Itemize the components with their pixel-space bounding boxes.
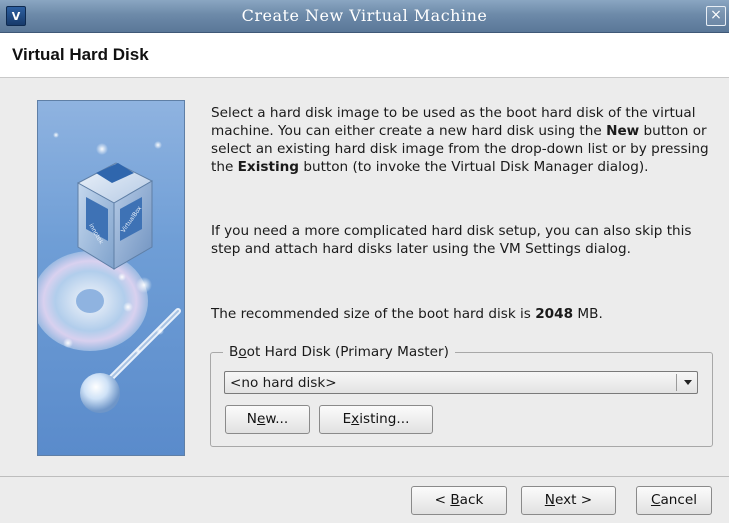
recommended-size-value: 2048 (535, 306, 574, 322)
description-paragraph-2: If you need a more complicated hard disk… (211, 223, 692, 257)
button-label-part: E (342, 411, 352, 427)
button-label-part: ancel (660, 492, 698, 508)
button-label-part: ack (459, 492, 484, 508)
virtualbox-cube-illustration: innotek VirtualBox (37, 100, 185, 456)
label-mnemonic: o (238, 344, 247, 360)
page-header: Virtual Hard Disk (0, 33, 729, 78)
page-title: Virtual Hard Disk (12, 45, 149, 64)
window-title: Create New Virtual Machine (241, 6, 488, 25)
button-label-part: w... (265, 411, 289, 427)
new-hard-disk-button[interactable]: New... (225, 405, 310, 434)
existing-hard-disk-button[interactable]: Existing... (319, 405, 433, 434)
recommended-size-label: The recommended size of the boot hard di… (211, 306, 536, 322)
recommended-size-unit: MB. (573, 306, 603, 322)
boot-hard-disk-selected-value: <no hard disk> (230, 375, 337, 391)
description-text: button (to invoke the Virtual Disk Manag… (299, 159, 649, 175)
button-mnemonic: B (450, 492, 460, 508)
back-button[interactable]: < Back (411, 486, 507, 515)
description-paragraph-1: Select a hard disk image to be used as t… (211, 104, 711, 176)
wizard-banner-graphic: innotek VirtualBox (38, 132, 181, 413)
chevron-down-icon[interactable] (684, 380, 692, 385)
close-icon: × (710, 7, 722, 23)
button-mnemonic: N (544, 492, 555, 508)
boot-hard-disk-select[interactable]: <no hard disk> (224, 371, 698, 394)
boot-hard-disk-group-label: Boot Hard Disk (Primary Master) (223, 343, 455, 361)
label-part: B (229, 344, 239, 360)
combo-divider (676, 374, 677, 391)
button-label-part: N (246, 411, 257, 427)
footer-divider (0, 476, 729, 477)
recommended-size-text: The recommended size of the boot hard di… (211, 305, 711, 323)
label-part: ot Hard Disk (Primary Master) (246, 344, 449, 360)
cancel-button[interactable]: Cancel (636, 486, 712, 515)
button-label-part: isting... (359, 411, 410, 427)
button-mnemonic: x (351, 411, 360, 427)
button-label-part: < (434, 492, 451, 508)
window-titlebar[interactable]: V Create New Virtual Machine × (0, 0, 729, 33)
new-keyword: New (606, 123, 640, 139)
existing-keyword: Existing (237, 159, 300, 175)
button-label-part: ext > (554, 492, 593, 508)
next-button[interactable]: Next > (521, 486, 616, 515)
close-button[interactable]: × (706, 6, 726, 26)
